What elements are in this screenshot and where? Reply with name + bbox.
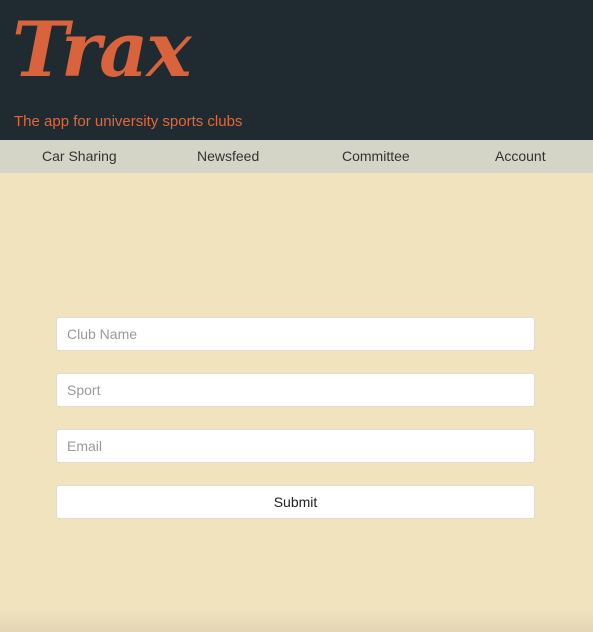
sport-input[interactable] [56, 373, 535, 407]
tagline: The app for university sports clubs [14, 113, 243, 130]
nav-account[interactable]: Account [495, 140, 546, 173]
nav-newsfeed[interactable]: Newsfeed [197, 140, 259, 173]
trax-logo[interactable]: Trax [12, 12, 192, 88]
submit-button[interactable]: Submit [56, 485, 535, 519]
main-nav: Car Sharing Newsfeed Committee Account [0, 140, 593, 173]
club-name-input[interactable] [56, 317, 535, 351]
email-input[interactable] [56, 429, 535, 463]
nav-committee[interactable]: Committee [342, 140, 410, 173]
bottom-shadow [0, 608, 593, 632]
nav-car-sharing[interactable]: Car Sharing [42, 140, 117, 173]
app-header: Trax The app for university sports clubs [0, 0, 593, 140]
